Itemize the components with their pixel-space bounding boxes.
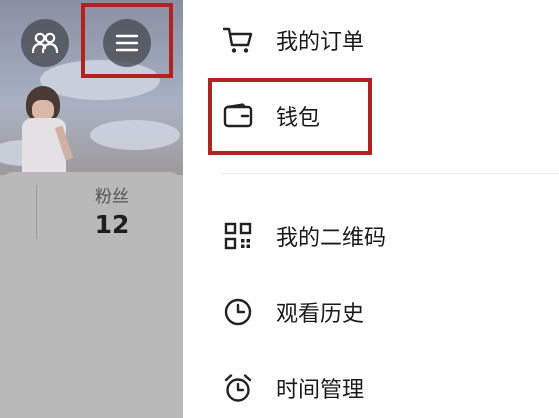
drawer-item-label: 我的二维码 — [276, 226, 387, 251]
side-drawer — [183, 0, 559, 418]
cart-icon — [222, 24, 254, 56]
clock-icon — [222, 296, 254, 328]
qrcode-icon — [222, 220, 254, 252]
stats-divider — [36, 185, 37, 239]
drawer-item-label: 时间管理 — [276, 378, 365, 403]
drawer-divider — [222, 173, 559, 174]
drawer-item-orders[interactable]: 我的订单 — [222, 24, 364, 56]
banner-cloud — [90, 120, 180, 150]
banner-figure-face — [32, 100, 54, 120]
drawer-item-history[interactable]: 观看历史 — [222, 296, 364, 328]
friends-button[interactable] — [21, 19, 69, 67]
fans-count[interactable]: 12 — [73, 210, 151, 239]
drawer-item-qrcode[interactable]: 我的二维码 — [222, 220, 386, 252]
profile-stats-card — [0, 172, 183, 418]
friends-icon — [31, 32, 59, 54]
wallet-highlight-box — [208, 78, 372, 155]
dimmed-profile-pane[interactable]: 粉丝 12 — [0, 0, 183, 418]
fans-label: 粉丝 — [95, 187, 129, 207]
menu-button-highlight-box — [81, 3, 173, 78]
alarm-clock-icon — [222, 372, 254, 404]
drawer-item-label: 我的订单 — [276, 30, 365, 55]
drawer-item-label: 观看历史 — [276, 302, 365, 327]
drawer-item-time-management[interactable]: 时间管理 — [222, 372, 364, 404]
